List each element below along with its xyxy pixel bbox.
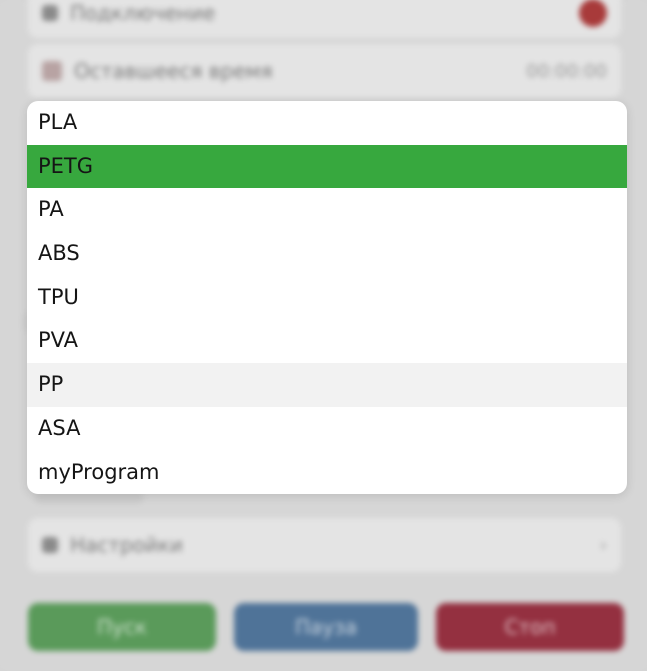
option-pla[interactable]: PLA <box>27 101 627 145</box>
chevron-right-icon: › <box>599 534 607 556</box>
status-dot-icon <box>579 0 607 27</box>
time-label: Оставшееся время <box>74 59 273 83</box>
material-dropdown[interactable]: PLA PETG PA ABS TPU PVA PP ASA myProgram <box>27 101 627 494</box>
time-card: Оставшееся время 00:00:00 <box>28 44 621 98</box>
connection-row: Подключение <box>28 0 621 38</box>
option-myprogram[interactable]: myProgram <box>27 451 627 495</box>
option-tpu[interactable]: TPU <box>27 276 627 320</box>
settings-label: Настройки <box>70 533 183 557</box>
start-button[interactable]: Пуск <box>28 603 216 651</box>
pause-button[interactable]: Пауза <box>234 603 418 651</box>
stop-button[interactable]: Стоп <box>436 603 624 651</box>
settings-row[interactable]: Настройки › <box>28 518 621 572</box>
connection-label: Подключение <box>70 1 216 25</box>
time-row: Оставшееся время 00:00:00 <box>28 44 621 98</box>
option-asa[interactable]: ASA <box>27 407 627 451</box>
option-petg[interactable]: PETG <box>27 144 627 189</box>
connection-icon <box>42 5 58 21</box>
time-value: 00:00:00 <box>526 60 607 82</box>
option-pa[interactable]: PA <box>27 188 627 232</box>
gear-icon <box>42 537 58 553</box>
option-pva[interactable]: PVA <box>27 319 627 363</box>
option-abs[interactable]: ABS <box>27 232 627 276</box>
connection-card: Подключение <box>28 0 621 38</box>
option-pp[interactable]: PP <box>27 363 627 407</box>
settings-card: Настройки › <box>28 518 621 572</box>
clock-icon <box>42 61 62 81</box>
